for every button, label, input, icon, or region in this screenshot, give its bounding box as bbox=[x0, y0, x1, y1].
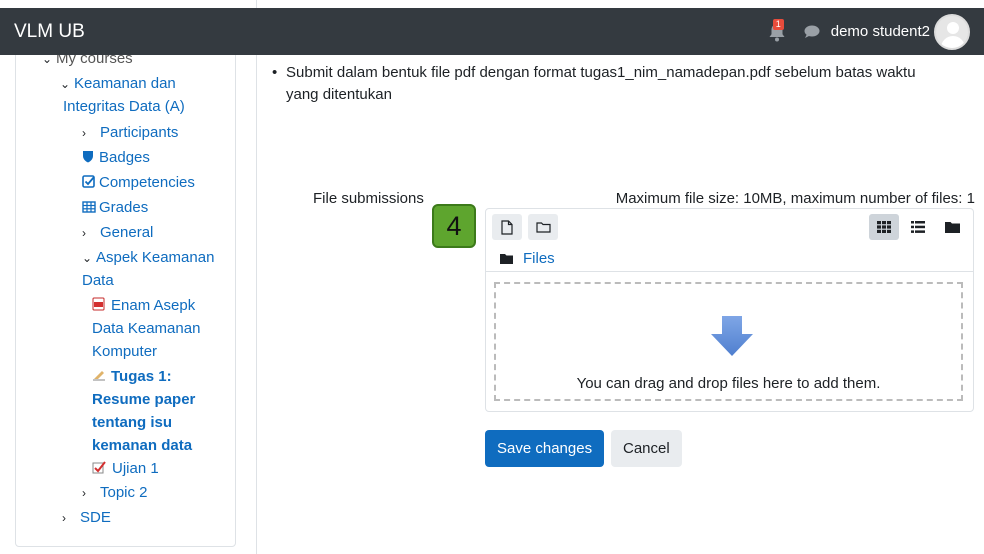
save-changes-button[interactable]: Save changes bbox=[485, 430, 605, 467]
sidebar-item-aspek-keamanan[interactable]: ⌄ Aspek Keamanan bbox=[82, 246, 214, 270]
quiz-icon bbox=[92, 461, 106, 474]
navbar-user-area: 1 demo student2 bbox=[767, 8, 970, 55]
sidebar-item-ujian-1[interactable]: Ujian 1 bbox=[92, 457, 159, 480]
path-divider bbox=[486, 271, 973, 272]
view-list-button[interactable] bbox=[903, 214, 933, 240]
sidebar-item-grades[interactable]: Grades bbox=[82, 196, 148, 219]
file-manager: Files You can drag and drop files here t… bbox=[485, 208, 974, 412]
list-icon bbox=[911, 221, 925, 233]
notification-button[interactable]: 1 bbox=[767, 18, 787, 43]
chevron-down-icon: ⌄ bbox=[82, 251, 93, 265]
top-navbar: VLM UB 1 demo student2 bbox=[0, 8, 984, 55]
notification-count-badge: 1 bbox=[772, 18, 784, 30]
file-icon bbox=[501, 219, 513, 235]
pdf-icon bbox=[92, 297, 105, 311]
file-limits-text: Maximum file size: 10MB, maximum number … bbox=[615, 190, 975, 207]
cancel-button[interactable]: Cancel bbox=[611, 430, 682, 467]
instruction-line-2: yang ditentukan bbox=[286, 86, 392, 103]
drop-zone-text: You can drag and drop files here to add … bbox=[576, 375, 881, 392]
sidebar-item-topic-2[interactable]: › Topic 2 bbox=[82, 481, 148, 505]
user-name[interactable]: demo student2 bbox=[831, 23, 930, 40]
sidebar-item-tugas-1[interactable]: Tugas 1: bbox=[92, 365, 172, 388]
sidebar-item-enam-aspek-line3[interactable]: Komputer bbox=[92, 340, 157, 363]
file-path-breadcrumb: Files bbox=[500, 250, 555, 267]
chevron-right-icon: › bbox=[82, 486, 86, 500]
add-file-button[interactable] bbox=[492, 214, 522, 240]
sidebar-item-enam-aspek-line2[interactable]: Data Keamanan bbox=[92, 317, 200, 340]
avatar[interactable] bbox=[934, 13, 970, 50]
folder-solid-icon bbox=[944, 222, 960, 233]
folder-icon bbox=[535, 222, 551, 233]
sidebar-item-aspek-keamanan-line2[interactable]: Data bbox=[82, 269, 114, 292]
sidebar-item-tugas-1-line4[interactable]: kemanan data bbox=[92, 434, 192, 457]
sidebar-item-general[interactable]: › General bbox=[82, 221, 153, 245]
assignment-icon bbox=[93, 371, 105, 381]
arrow-down-icon bbox=[711, 316, 753, 356]
sidebar-item-tugas-1-line3[interactable]: tentang isu bbox=[92, 411, 172, 434]
course-nav-sidebar: ⌄ My courses ⌄ Keamanan dan Integritas Dat… bbox=[15, 40, 236, 547]
sidebar-item-course-line2[interactable]: Integritas Data (A) bbox=[63, 95, 185, 118]
file-drop-zone[interactable]: You can drag and drop files here to add … bbox=[494, 282, 963, 401]
table-icon bbox=[82, 201, 96, 213]
chevron-down-icon: ⌄ bbox=[60, 77, 71, 91]
step-number-badge: 4 bbox=[432, 204, 476, 248]
chat-bubble-icon[interactable] bbox=[803, 24, 821, 40]
sidebar-item-course[interactable]: ⌄ Keamanan dan bbox=[60, 72, 176, 96]
chevron-right-icon: › bbox=[82, 226, 86, 240]
view-tree-button[interactable] bbox=[937, 214, 967, 240]
file-submissions-label: File submissions bbox=[313, 190, 424, 207]
sidebar-item-competencies[interactable]: Competencies bbox=[82, 171, 195, 194]
chevron-right-icon: › bbox=[62, 511, 66, 525]
sidebar-item-badges[interactable]: Badges bbox=[82, 146, 150, 169]
folder-solid-icon bbox=[500, 253, 513, 264]
site-brand[interactable]: VLM UB bbox=[14, 21, 85, 43]
sidebar-item-enam-aspek[interactable]: Enam Asepk bbox=[92, 294, 195, 317]
shield-icon bbox=[83, 151, 93, 163]
chevron-right-icon: › bbox=[82, 126, 86, 140]
view-icons-button[interactable] bbox=[869, 214, 899, 240]
sidebar-item-sde[interactable]: › SDE bbox=[62, 506, 111, 530]
checkbox-icon bbox=[82, 175, 95, 188]
sidebar-divider bbox=[256, 0, 257, 554]
path-files-link[interactable]: Files bbox=[523, 250, 555, 267]
sidebar-item-participants[interactable]: › Participants bbox=[82, 121, 178, 145]
submission-instructions: • Submit dalam bentuk file pdf dengan fo… bbox=[272, 62, 972, 106]
grid-icon bbox=[877, 221, 891, 233]
instruction-line-1: Submit dalam bentuk file pdf dengan form… bbox=[286, 64, 916, 81]
create-folder-button[interactable] bbox=[528, 214, 558, 240]
sidebar-item-tugas-1-line2[interactable]: Resume paper bbox=[92, 388, 195, 411]
